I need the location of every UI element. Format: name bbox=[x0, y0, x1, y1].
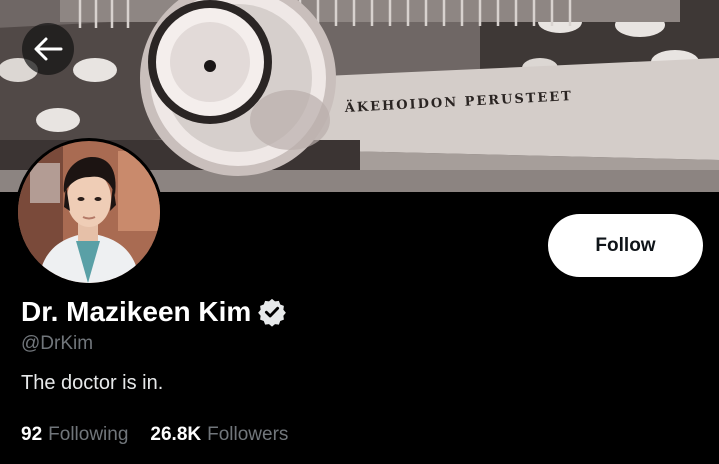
followers-label: Followers bbox=[207, 424, 289, 445]
following-stat[interactable]: 92 Following bbox=[21, 424, 128, 446]
followers-stat[interactable]: 26.8K Followers bbox=[150, 424, 288, 446]
display-name-row: Dr. Mazikeen Kim bbox=[21, 296, 287, 328]
avatar[interactable] bbox=[15, 138, 163, 286]
avatar-image bbox=[18, 141, 160, 283]
followers-count: 26.8K bbox=[150, 424, 202, 445]
profile-bio: The doctor is in. bbox=[21, 372, 164, 394]
user-handle: @DrKim bbox=[21, 333, 94, 354]
following-label: Following bbox=[48, 424, 129, 445]
back-button[interactable] bbox=[22, 23, 74, 75]
profile-stats: 92 Following 26.8K Followers bbox=[21, 424, 288, 446]
follow-button[interactable]: Follow bbox=[548, 214, 703, 277]
display-name: Dr. Mazikeen Kim bbox=[21, 296, 252, 327]
verified-badge-icon[interactable] bbox=[257, 297, 287, 327]
arrow-left-icon bbox=[34, 37, 63, 61]
following-count: 92 bbox=[21, 424, 43, 445]
